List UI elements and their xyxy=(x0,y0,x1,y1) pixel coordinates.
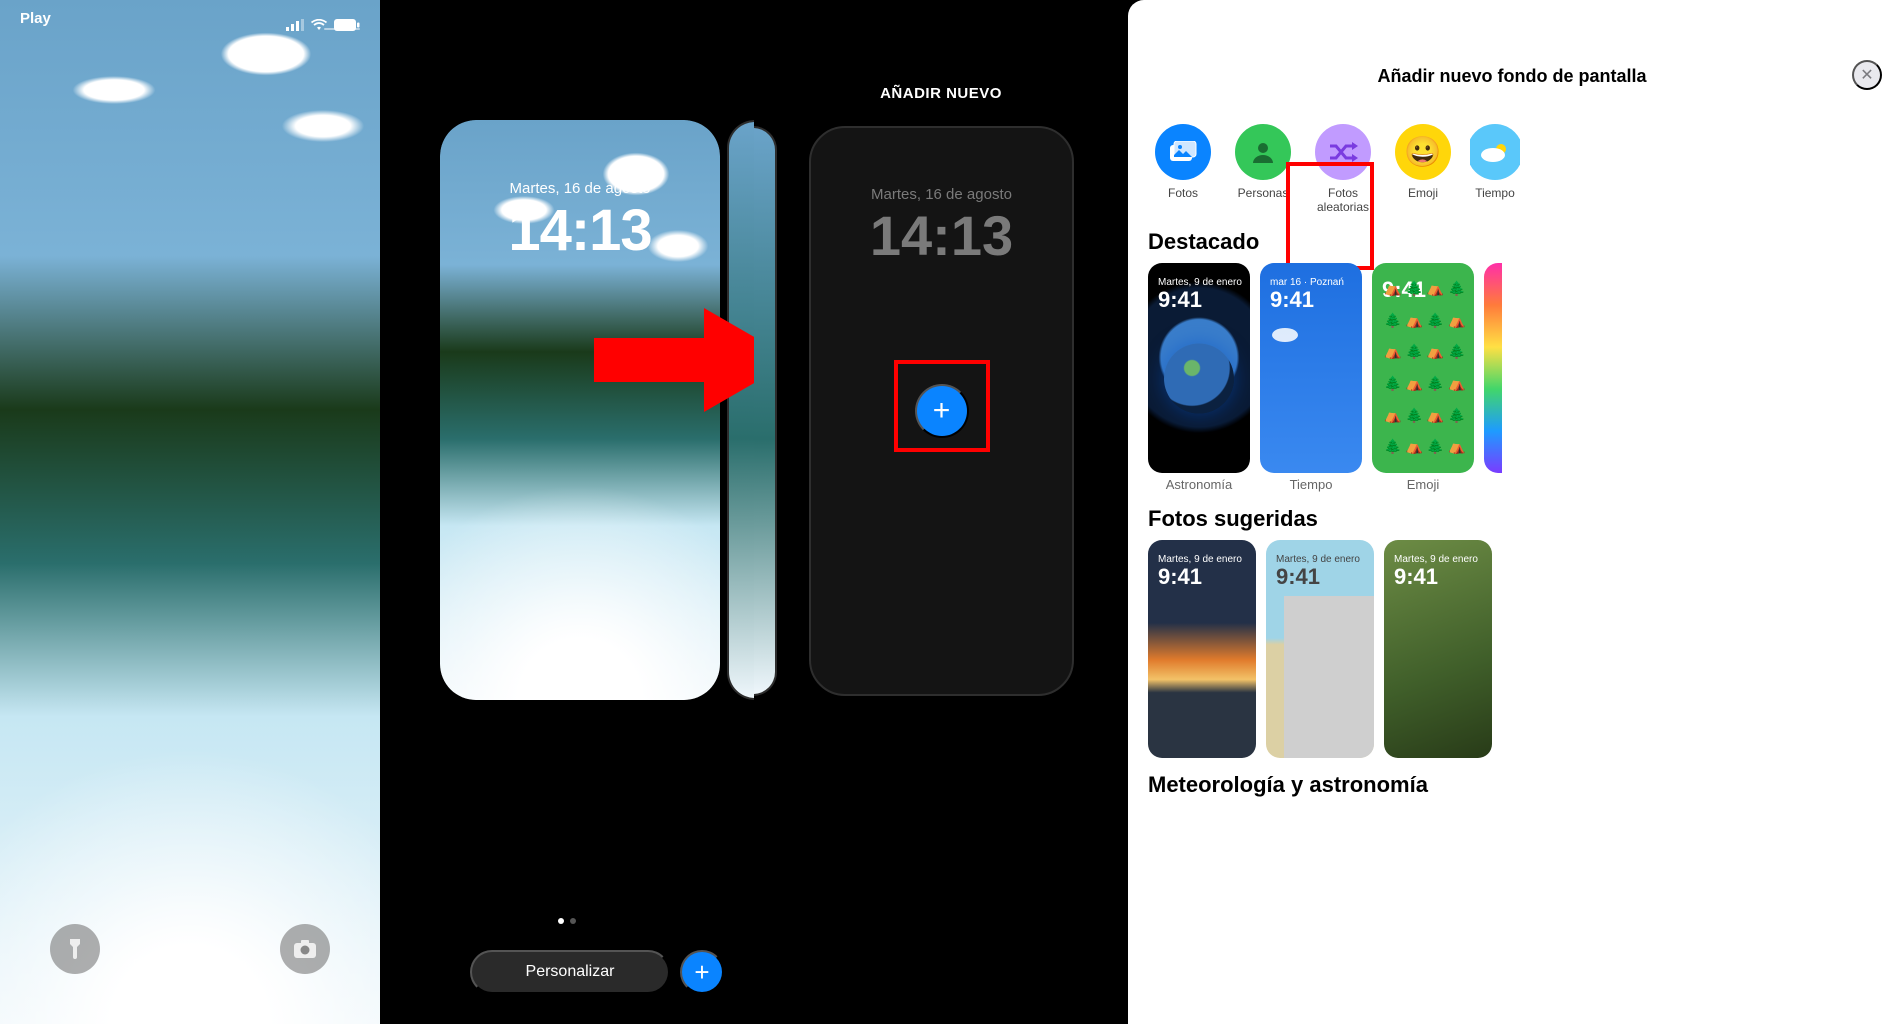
sheet-body: Fotos Personas Fotos aleatorias 😀 E xyxy=(1128,60,1896,1024)
placeholder-time: 14:13 xyxy=(811,203,1072,268)
cloud-icon xyxy=(1270,323,1300,343)
add-wallpaper-sheet: Añadir nuevo fondo de pantalla ✕ Fotos P… xyxy=(1128,0,1896,1024)
status-icons xyxy=(286,10,360,40)
home-indicator[interactable] xyxy=(130,1011,250,1016)
personalize-label: Personalizar xyxy=(526,963,615,981)
preview-time: 14:13 xyxy=(440,197,720,264)
add-new-title: AÑADIR NUEVO xyxy=(754,85,1128,102)
featured-card-weather: mar 16 · Poznań 9:41 xyxy=(1260,263,1362,473)
featured-card-astronomy: Martes, 9 de enero 9:41 xyxy=(1148,263,1250,473)
wallpaper-editor: Martes, 16 de agosto 14:13 Personalizar … xyxy=(380,0,754,1024)
highlight-shuffle-category xyxy=(1286,162,1374,270)
wallpaper xyxy=(0,0,380,1024)
card-time: 9:41 xyxy=(1270,287,1314,313)
suggested-heading: Fotos sugeridas xyxy=(1148,506,1876,532)
personalize-button[interactable]: Personalizar xyxy=(470,950,670,994)
prev-wallpaper-sliver[interactable] xyxy=(754,126,777,696)
featured-card-emoji: 9:41 ⛺🌲⛺🌲 🌲⛺🌲⛺ ⛺🌲⛺🌲 🌲⛺🌲⛺ ⛺🌲⛺🌲 🌲⛺🌲⛺ xyxy=(1372,263,1474,473)
highlight-add-button xyxy=(894,360,990,452)
category-emoji[interactable]: 😀 Emoji xyxy=(1390,124,1456,215)
category-label: Tiempo xyxy=(1475,186,1515,214)
category-label: Fotos xyxy=(1168,186,1198,214)
category-label: Personas xyxy=(1238,186,1289,214)
redacted-area xyxy=(1284,596,1374,758)
swipe-hint: Desliza hacia arriba para abrir xyxy=(0,956,380,986)
featured-heading: Destacado xyxy=(1148,229,1876,255)
category-weather[interactable]: Tiempo xyxy=(1470,124,1520,215)
preview-date: Martes, 16 de agosto xyxy=(440,180,720,197)
suggested-photo-1[interactable]: Martes, 9 de enero 9:41 xyxy=(1148,540,1256,758)
featured-more-sliver[interactable] xyxy=(1484,263,1502,473)
weather-icon xyxy=(1470,124,1520,180)
card-time: 9:41 xyxy=(1158,564,1202,590)
featured-item-weather[interactable]: mar 16 · Poznań 9:41 Tiempo xyxy=(1260,263,1362,492)
emoji-pattern: ⛺🌲⛺🌲 🌲⛺🌲⛺ ⛺🌲⛺🌲 🌲⛺🌲⛺ ⛺🌲⛺🌲 🌲⛺🌲⛺ xyxy=(1384,275,1462,461)
featured-label: Tiempo xyxy=(1260,477,1362,492)
water-spray xyxy=(440,460,720,700)
astro-heading: Meteorología y astronomía xyxy=(1148,772,1876,798)
featured-label: Astronomía xyxy=(1148,477,1250,492)
carrier-label: Play xyxy=(20,10,51,40)
people-icon xyxy=(1235,124,1291,180)
suggested-photo-2[interactable]: Martes, 9 de enero 9:41 xyxy=(1266,540,1374,758)
photos-icon xyxy=(1155,124,1211,180)
dot-1[interactable] xyxy=(558,918,564,924)
add-new-slot: AÑADIR NUEVO Martes, 16 de agosto 14:13 … xyxy=(754,0,1128,1024)
add-wallpaper-fab[interactable]: + xyxy=(680,950,724,994)
category-label: Emoji xyxy=(1408,186,1438,214)
featured-row: Martes, 9 de enero 9:41 Astronomía mar 1… xyxy=(1148,263,1876,492)
page-dots xyxy=(380,918,754,924)
featured-label: Emoji xyxy=(1372,477,1474,492)
lock-screen: Play Martes, 16 de agosto 14:13 Desliza … xyxy=(0,0,380,1024)
suggested-row: Martes, 9 de enero 9:41 Martes, 9 de ene… xyxy=(1148,540,1876,758)
placeholder-date: Martes, 16 de agosto xyxy=(811,186,1072,203)
featured-item-astronomy[interactable]: Martes, 9 de enero 9:41 Astronomía xyxy=(1148,263,1250,492)
plus-icon: + xyxy=(694,957,709,988)
expand-handle[interactable] xyxy=(324,28,360,30)
card-time: 9:41 xyxy=(1394,564,1438,590)
emoji-icon: 😀 xyxy=(1395,124,1451,180)
card-time: 9:41 xyxy=(1276,564,1320,590)
dot-2[interactable] xyxy=(570,918,576,924)
featured-item-emoji[interactable]: 9:41 ⛺🌲⛺🌲 🌲⛺🌲⛺ ⛺🌲⛺🌲 🌲⛺🌲⛺ ⛺🌲⛺🌲 🌲⛺🌲⛺ Emoji xyxy=(1372,263,1474,492)
card-time: 9:41 xyxy=(1158,287,1202,313)
category-photos[interactable]: Fotos xyxy=(1150,124,1216,215)
suggested-photo-3[interactable]: Martes, 9 de enero 9:41 xyxy=(1384,540,1492,758)
signal-icon xyxy=(286,19,304,31)
status-bar: Play xyxy=(0,10,380,40)
swipe-arrow-annotation xyxy=(594,300,754,420)
category-row: Fotos Personas Fotos aleatorias 😀 E xyxy=(1148,124,1876,215)
